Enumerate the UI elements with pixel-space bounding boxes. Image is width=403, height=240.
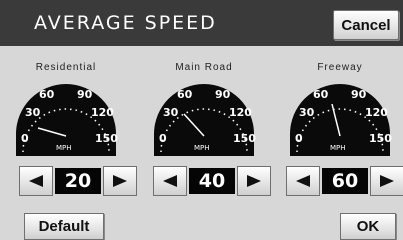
- tick-150: 150: [95, 132, 118, 145]
- tick-90: 90: [215, 88, 231, 101]
- increase-button[interactable]: [103, 166, 137, 196]
- tick-30: 30: [163, 106, 179, 119]
- tick-60: 60: [313, 88, 329, 101]
- speed-value: 60: [322, 168, 368, 194]
- tick-60: 60: [39, 88, 55, 101]
- tick-0: 0: [21, 132, 29, 145]
- tick-0: 0: [295, 132, 303, 145]
- arrow-left-icon: [296, 175, 310, 187]
- tick-90: 90: [351, 88, 367, 101]
- arrow-left-icon: [29, 175, 43, 187]
- ok-button[interactable]: OK: [340, 213, 396, 240]
- increase-button[interactable]: [370, 166, 403, 196]
- decrease-button[interactable]: [19, 166, 53, 196]
- speedometer-dial: 0 30 60 90 120 150 MPH: [290, 84, 392, 156]
- tick-120: 120: [229, 106, 252, 119]
- tick-0: 0: [159, 132, 167, 145]
- speedometer-dial: 0 30 60 90 120 150 MPH: [154, 84, 256, 156]
- tick-120: 120: [365, 106, 388, 119]
- decrease-button[interactable]: [153, 166, 187, 196]
- title-bar: AVERAGE SPEED Cancel: [0, 0, 403, 46]
- arrow-right-icon: [113, 175, 127, 187]
- arrow-right-icon: [380, 175, 394, 187]
- gauge-label: Residential: [35, 62, 97, 73]
- tick-30: 30: [299, 106, 315, 119]
- default-button[interactable]: Default: [24, 213, 104, 240]
- tick-120: 120: [91, 106, 114, 119]
- unit-label: MPH: [56, 144, 72, 152]
- cancel-button[interactable]: Cancel: [333, 10, 399, 40]
- decrease-button[interactable]: [286, 166, 320, 196]
- unit-label: MPH: [194, 144, 210, 152]
- gauge-label: Freeway: [317, 62, 363, 73]
- gauge-label: Main Road: [175, 62, 233, 73]
- tick-150: 150: [233, 132, 256, 145]
- increase-button[interactable]: [237, 166, 271, 196]
- unit-label: MPH: [330, 144, 346, 152]
- speedometer-dial: 0 30 60 90 120 150 MPH: [16, 84, 118, 156]
- page-title: AVERAGE SPEED: [34, 12, 217, 34]
- tick-90: 90: [77, 88, 93, 101]
- tick-30: 30: [25, 106, 41, 119]
- tick-60: 60: [177, 88, 193, 101]
- speed-value: 20: [55, 168, 101, 194]
- arrow-left-icon: [163, 175, 177, 187]
- speed-value: 40: [189, 168, 235, 194]
- tick-150: 150: [369, 132, 392, 145]
- arrow-right-icon: [247, 175, 261, 187]
